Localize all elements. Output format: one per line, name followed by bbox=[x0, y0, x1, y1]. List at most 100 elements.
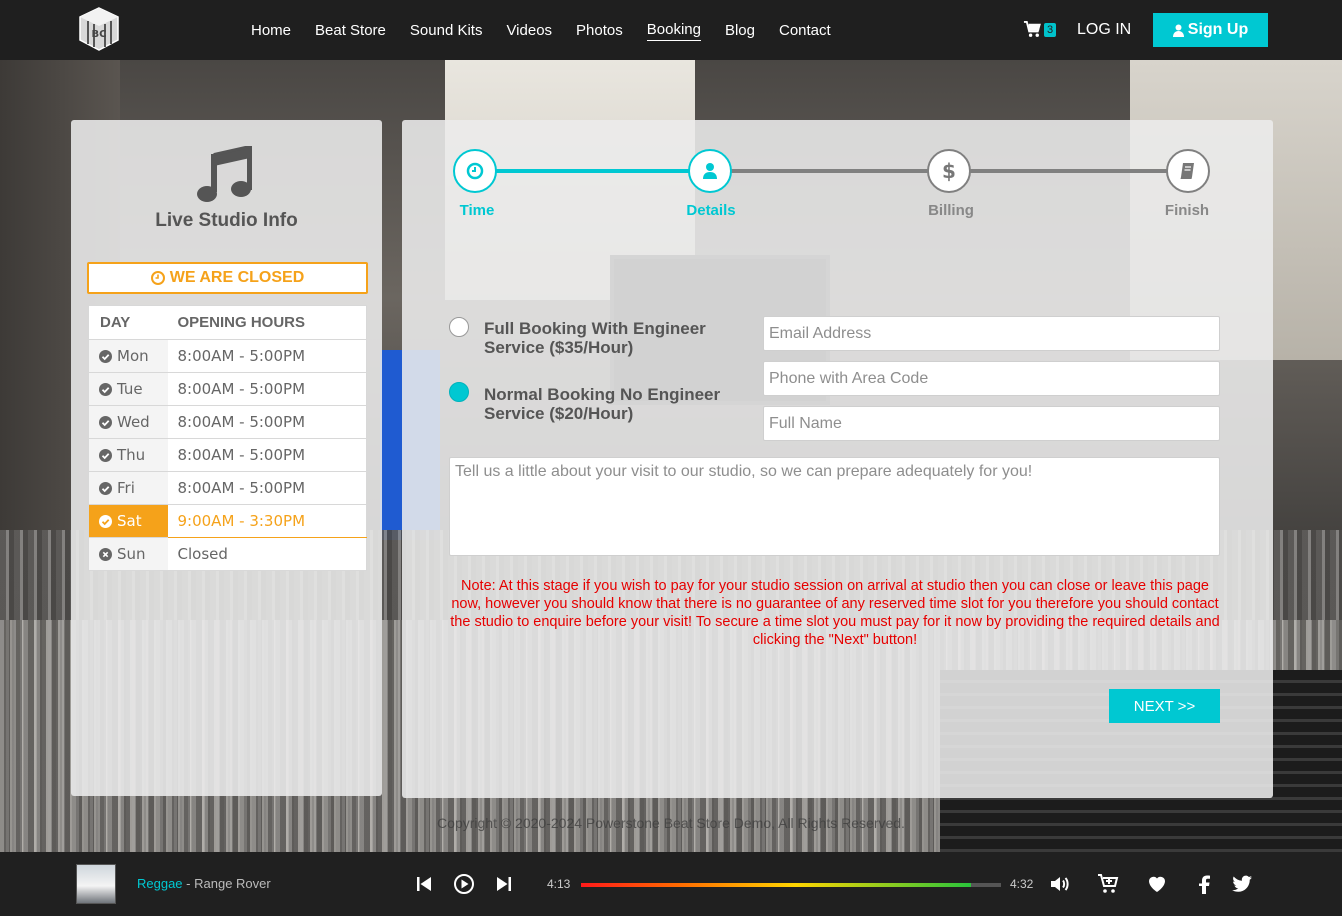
nav-booking[interactable]: Booking bbox=[646, 19, 701, 41]
check-circle-icon bbox=[99, 514, 112, 528]
nav-sound-kits[interactable]: Sound Kits bbox=[410, 20, 483, 41]
table-row: Sat 9:00AM - 3:30PM bbox=[88, 504, 367, 538]
day-name: Wed bbox=[117, 413, 150, 431]
main-nav: Home Beat Store Sound Kits Videos Photos… bbox=[251, 0, 855, 60]
hours-cell: 8:00AM - 5:00PM bbox=[167, 339, 367, 373]
hours-table-body: Mon 8:00AM - 5:00PM Tue 8:00AM - 5:00PM Wed 8… bbox=[88, 339, 367, 571]
user-icon bbox=[1172, 24, 1184, 37]
column-header-hours: OPENING HOURS bbox=[167, 305, 367, 340]
step-finish[interactable] bbox=[1166, 149, 1210, 193]
x-circle-icon bbox=[99, 547, 112, 561]
dollar-icon: $ bbox=[942, 159, 956, 183]
track-info: Reggae - Range Rover bbox=[137, 876, 271, 891]
hours-cell: Closed bbox=[167, 537, 367, 571]
hours-cell: 8:00AM - 5:00PM bbox=[167, 405, 367, 439]
cart-button[interactable]: 3 bbox=[1023, 20, 1057, 39]
step-details[interactable] bbox=[688, 149, 732, 193]
svg-text:BC: BC bbox=[92, 29, 107, 40]
nav-beat-store[interactable]: Beat Store bbox=[315, 20, 386, 41]
day-cell: Sat bbox=[88, 504, 168, 538]
studio-info-panel: Live Studio Info WE ARE CLOSED DAY OPENI… bbox=[71, 120, 382, 796]
status-text: WE ARE CLOSED bbox=[169, 269, 305, 286]
day-cell: Thu bbox=[88, 438, 168, 472]
hours-cell: 8:00AM - 5:00PM bbox=[167, 438, 367, 472]
svg-text:$: $ bbox=[942, 159, 956, 183]
check-circle-icon bbox=[99, 415, 112, 429]
logo-icon[interactable]: BC bbox=[78, 6, 120, 52]
track-title: Range Rover bbox=[194, 876, 271, 891]
progress-bar[interactable] bbox=[581, 883, 1001, 887]
table-header-row: DAY OPENING HOURS bbox=[88, 305, 367, 340]
track-artwork[interactable] bbox=[76, 864, 116, 904]
nav-photos[interactable]: Photos bbox=[576, 20, 623, 41]
radio-full-booking[interactable] bbox=[449, 317, 469, 337]
cart-icon bbox=[1023, 20, 1041, 37]
step-connector bbox=[711, 169, 951, 173]
step-time[interactable] bbox=[453, 149, 497, 193]
user-icon bbox=[703, 163, 717, 179]
option-label-normal-booking: Normal Booking No Engineer Service ($20/… bbox=[484, 385, 721, 423]
duration-time: 4:32 bbox=[1010, 877, 1034, 891]
previous-track-icon[interactable] bbox=[414, 874, 434, 894]
day-name: Mon bbox=[117, 347, 149, 365]
step-label-finish: Finish bbox=[1164, 202, 1210, 219]
next-button[interactable]: NEXT >> bbox=[1109, 689, 1220, 723]
heart-icon[interactable] bbox=[1145, 872, 1169, 896]
music-note-icon bbox=[197, 146, 252, 202]
step-billing[interactable]: $ bbox=[927, 149, 971, 193]
clock-icon bbox=[466, 162, 484, 180]
day-name: Fri bbox=[117, 479, 135, 497]
facebook-icon[interactable] bbox=[1192, 872, 1216, 896]
check-circle-icon bbox=[99, 382, 112, 396]
track-separator: - bbox=[182, 876, 195, 891]
track-genre[interactable]: Reggae bbox=[137, 876, 183, 891]
full-name-field[interactable] bbox=[763, 406, 1220, 441]
clock-icon bbox=[150, 271, 165, 285]
email-field[interactable] bbox=[763, 316, 1220, 351]
column-header-day: DAY bbox=[88, 305, 168, 340]
opening-hours-table: DAY OPENING HOURS Mon 8:00AM - 5:00PM Tue 8… bbox=[88, 305, 367, 571]
check-circle-icon bbox=[99, 448, 112, 462]
day-cell: Mon bbox=[88, 339, 168, 373]
day-name: Thu bbox=[117, 446, 146, 464]
step-label-billing: Billing bbox=[928, 202, 974, 219]
day-cell: Fri bbox=[88, 471, 168, 505]
next-track-icon[interactable] bbox=[494, 874, 514, 894]
elapsed-time: 4:13 bbox=[547, 877, 571, 891]
nav-contact[interactable]: Contact bbox=[779, 20, 831, 41]
visit-message-field[interactable] bbox=[449, 457, 1220, 556]
progress-fill bbox=[581, 883, 972, 887]
cart-count-badge: 3 bbox=[1044, 22, 1057, 37]
studio-info-title: Live Studio Info bbox=[155, 210, 298, 231]
login-link[interactable]: LOG IN bbox=[1077, 21, 1131, 39]
day-name: Tue bbox=[117, 380, 143, 398]
payment-note: Note: At this stage if you wish to pay f… bbox=[450, 578, 1220, 648]
table-row: Thu 8:00AM - 5:00PM bbox=[88, 438, 367, 472]
nav-home[interactable]: Home bbox=[251, 20, 291, 41]
sign-up-button[interactable]: Sign Up bbox=[1153, 13, 1268, 47]
sign-up-label: Sign Up bbox=[1187, 21, 1249, 38]
day-name: Sun bbox=[117, 545, 146, 563]
table-row: Mon 8:00AM - 5:00PM bbox=[88, 339, 367, 373]
hours-cell: 8:00AM - 5:00PM bbox=[167, 372, 367, 406]
booking-panel: $ Time Details Billing Finish Full Booki… bbox=[402, 120, 1273, 798]
check-circle-icon bbox=[99, 481, 112, 495]
hours-cell: 8:00AM - 5:00PM bbox=[167, 471, 367, 505]
twitter-icon[interactable] bbox=[1230, 872, 1254, 896]
audio-player-bar: Reggae - Range Rover 4:13 4:32 bbox=[0, 852, 1342, 916]
nav-blog[interactable]: Blog bbox=[725, 20, 755, 41]
step-connector-done bbox=[475, 169, 711, 173]
table-row: Fri 8:00AM - 5:00PM bbox=[88, 471, 367, 505]
phone-field[interactable] bbox=[763, 361, 1220, 396]
play-icon[interactable] bbox=[453, 873, 475, 895]
volume-icon[interactable] bbox=[1048, 872, 1072, 896]
nav-videos[interactable]: Videos bbox=[506, 20, 552, 41]
radio-normal-booking[interactable] bbox=[449, 382, 469, 402]
day-cell: Sun bbox=[88, 537, 168, 571]
day-cell: Wed bbox=[88, 405, 168, 439]
step-connector bbox=[951, 169, 1189, 173]
add-to-cart-icon[interactable] bbox=[1096, 872, 1120, 896]
hours-cell: 9:00AM - 3:30PM bbox=[167, 504, 367, 538]
day-name: Sat bbox=[117, 512, 142, 530]
copyright-text: Copyright © 2020-2024 Powerstone Beat St… bbox=[437, 815, 905, 831]
